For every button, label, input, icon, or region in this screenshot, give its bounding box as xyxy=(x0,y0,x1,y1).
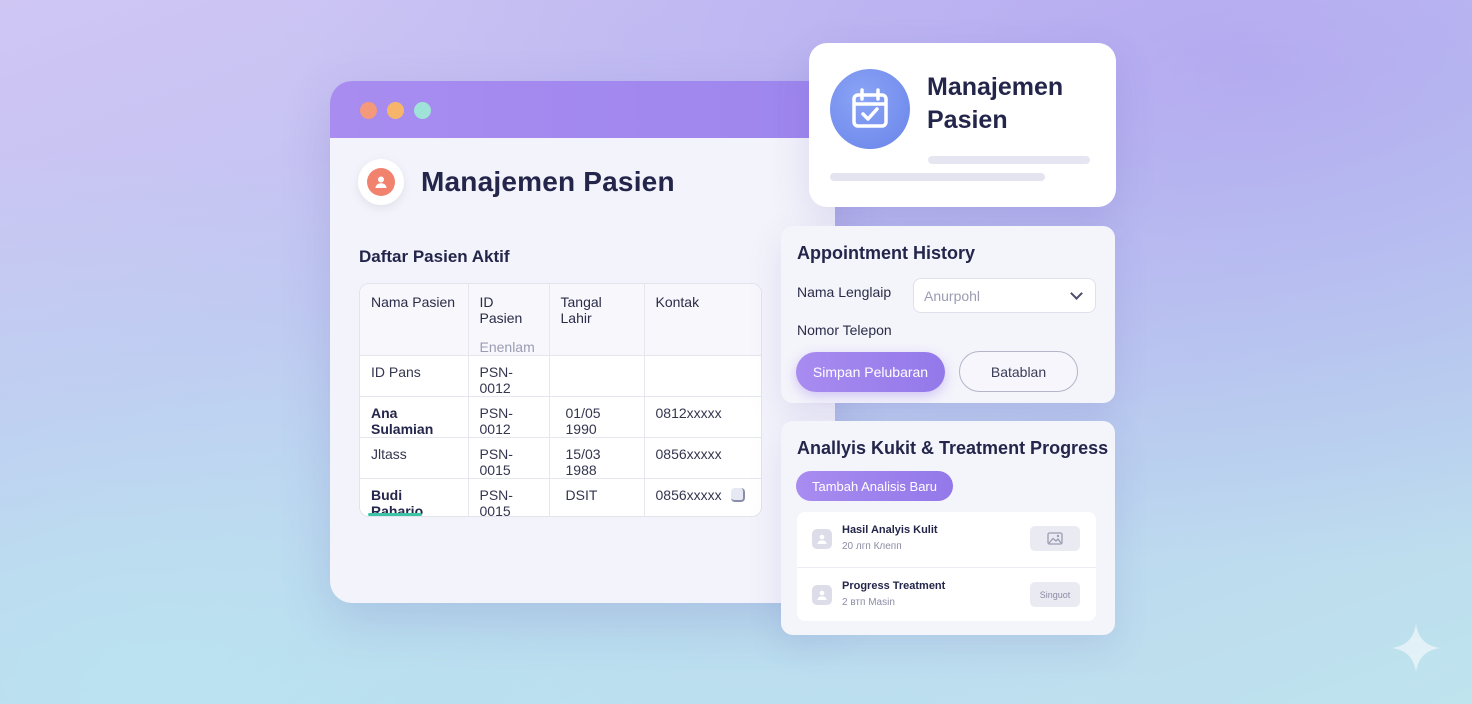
list-item-subtitle: 2 втп Masin xyxy=(842,597,895,608)
calendar-check-icon xyxy=(830,69,910,149)
table-cell: Ana Sulamian xyxy=(360,396,469,438)
table-cell: ID Pans xyxy=(360,355,469,397)
resize-icon[interactable] xyxy=(731,488,745,502)
placeholder-line xyxy=(928,156,1090,164)
app-header: Manajemen Pasien xyxy=(358,159,675,205)
placeholder-line xyxy=(830,173,1045,181)
user-icon xyxy=(367,168,395,196)
table-footer xyxy=(360,478,761,516)
list-item-subtitle: 20 лгп Клепп xyxy=(842,541,902,552)
table-cell: Jltass xyxy=(360,437,469,479)
close-window-button[interactable] xyxy=(360,102,377,119)
table-cell xyxy=(549,355,645,397)
user-icon xyxy=(812,529,832,549)
table-cell: PSN-0012 xyxy=(468,396,550,438)
table-cell: 15/03 1988 xyxy=(549,437,645,479)
user-icon xyxy=(812,585,832,605)
list-item[interactable]: Progress Treatment 2 втп Masin Singuot xyxy=(797,567,1096,621)
skin-analysis-card: Anallyis Kukit & Treatment Progress Tamb… xyxy=(781,421,1115,635)
sparkle-icon xyxy=(1392,624,1440,672)
chevron-down-icon xyxy=(1070,287,1083,300)
table-row[interactable]: Jltass PSN-0015 15/03 1988 0856xxxxx xyxy=(360,437,761,479)
main-window: Manajemen Pasien Daftar Pasien Aktif Nam… xyxy=(330,81,835,603)
analysis-list: Hasil Analyis Kulit 20 лгп Клепп Progres… xyxy=(797,512,1096,621)
list-item-title: Hasil Analyis Kulit xyxy=(842,524,938,536)
minimize-window-button[interactable] xyxy=(387,102,404,119)
table-row[interactable]: ID Pans PSN-0012 xyxy=(360,355,761,397)
table-row[interactable]: Ana Sulamian PSN-0012 01/05 1990 0812xxx… xyxy=(360,396,761,438)
column-header-name[interactable]: Nama Pasien xyxy=(360,284,469,356)
save-changes-button[interactable]: Simpan Pelubaran xyxy=(796,352,945,392)
name-select[interactable]: Anurpohl xyxy=(913,278,1096,313)
list-item-thumbnail[interactable]: Singuot xyxy=(1030,582,1080,607)
add-analysis-button[interactable]: Tambah Analisis Baru xyxy=(796,471,953,501)
patient-table: Nama Pasien ID Pasien Enenlam Tangal Lahi… xyxy=(359,283,762,517)
table-cell: 0812xxxxx xyxy=(644,396,761,438)
patient-list-title: Daftar Pasien Aktif xyxy=(359,247,510,266)
name-field-label: Nama Lenglaip xyxy=(797,284,892,300)
list-item-title: Progress Treatment xyxy=(842,580,946,592)
summary-card: Manajemen Pasien xyxy=(809,43,1116,207)
page-title: Manajemen Pasien xyxy=(421,166,675,197)
table-header-row: Nama Pasien ID Pasien Enenlam Tangal Lahi… xyxy=(360,284,761,356)
phone-field-label: Nomor Telepon xyxy=(797,322,892,338)
table-cell: PSN-0012 xyxy=(468,355,550,397)
window-titlebar xyxy=(330,81,835,138)
summary-card-title: Manajemen Pasien xyxy=(927,73,1064,134)
image-icon[interactable] xyxy=(1030,526,1080,551)
table-cell: PSN-0015 xyxy=(468,437,550,479)
maximize-window-button[interactable] xyxy=(414,102,431,119)
table-cell: 01/05 1990 xyxy=(549,396,645,438)
appointment-history-card: Appointment History Nama Lenglaip Anurpo… xyxy=(781,226,1115,403)
column-header-contact[interactable]: Kontak xyxy=(644,284,761,356)
column-header-sub: Enenlam xyxy=(479,339,535,355)
cancel-button[interactable]: Batablan xyxy=(959,351,1078,392)
table-cell: 0856xxxxx xyxy=(644,437,761,479)
table-scroll-indicator xyxy=(368,513,422,516)
list-item[interactable]: Hasil Analyis Kulit 20 лгп Клепп xyxy=(797,512,1096,566)
avatar[interactable] xyxy=(358,159,404,205)
table-cell xyxy=(644,355,761,397)
column-header-birthdate[interactable]: Tangal Lahir xyxy=(549,284,645,356)
analysis-heading: Anallyis Kukit & Treatment Progress xyxy=(797,438,1109,458)
column-header-id[interactable]: ID Pasien Enenlam xyxy=(468,284,550,356)
appointment-history-heading: Appointment History xyxy=(797,243,975,263)
